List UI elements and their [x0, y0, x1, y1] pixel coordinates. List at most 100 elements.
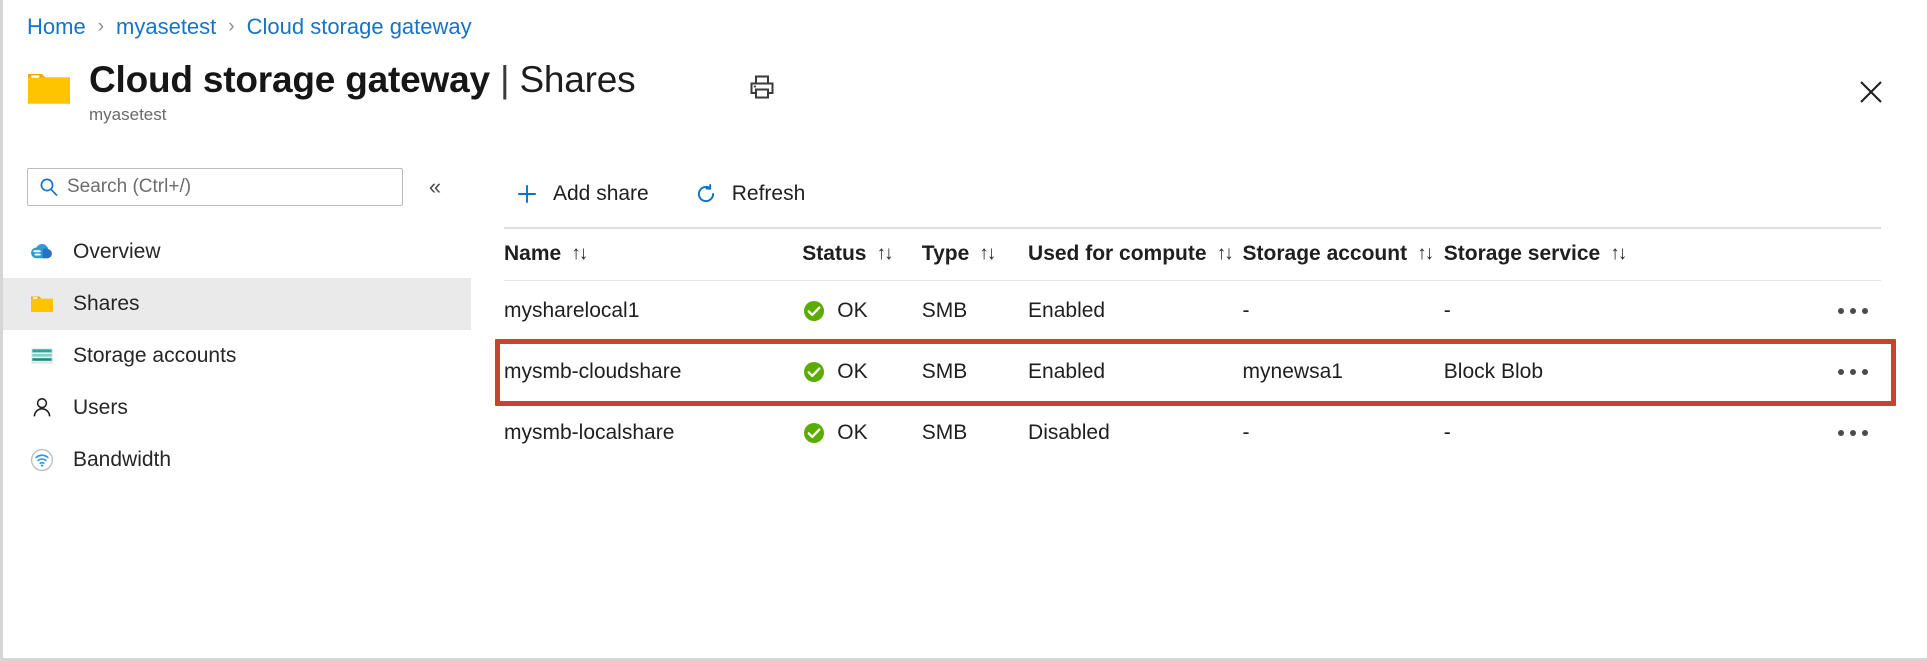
sort-arrows-icon: ↑↓ [1610, 243, 1625, 265]
breadcrumb-item-home[interactable]: Home [27, 14, 86, 40]
page-subtitle: myasetest [89, 105, 636, 125]
blade-header: Cloud storage gateway | Shares myasetest [25, 57, 636, 125]
shares-table-body: mysharelocal1 OK SMB Enabled [504, 281, 1881, 464]
breadcrumb-item-myasetest[interactable]: myasetest [116, 14, 216, 40]
table-row[interactable]: mysharelocal1 OK SMB Enabled [504, 281, 1881, 342]
ellipsis-dot-icon [1850, 369, 1856, 375]
breadcrumb-separator-icon: › [228, 16, 234, 38]
cell-name: mysmb-localshare [504, 403, 802, 464]
add-share-label: Add share [553, 182, 649, 206]
cell-storage-service: - [1444, 281, 1677, 342]
page-title: Cloud storage gateway | Shares [89, 57, 636, 102]
sidebar-item-label: Storage accounts [73, 344, 236, 368]
cell-actions [1677, 403, 1881, 464]
print-button[interactable] [743, 68, 781, 106]
storage-account-icon [27, 341, 57, 371]
close-button[interactable] [1851, 72, 1891, 112]
search-box[interactable] [27, 168, 403, 206]
column-header-storage-service[interactable]: Storage service ↑↓ [1444, 228, 1677, 281]
add-share-button[interactable]: Add share [504, 174, 659, 214]
breadcrumb-separator-icon: › [98, 16, 104, 38]
cell-type: SMB [922, 281, 1028, 342]
column-label: Name [504, 242, 561, 266]
page-title-main: Cloud storage gateway [89, 59, 490, 100]
sort-arrows-icon: ↑↓ [571, 243, 586, 265]
folder-icon [27, 289, 57, 319]
collapse-sidebar-button[interactable]: « [417, 169, 453, 205]
refresh-label: Refresh [732, 182, 806, 206]
breadcrumb-item-cloud-storage-gateway[interactable]: Cloud storage gateway [247, 14, 472, 40]
sort-arrows-icon: ↑↓ [876, 243, 891, 265]
sidebar-item-storage-accounts[interactable]: Storage accounts [3, 330, 471, 382]
table-row[interactable]: mysmb-localshare OK SMB Disabled [504, 403, 1881, 464]
sidebar-item-bandwidth[interactable]: Bandwidth [3, 434, 471, 486]
cell-used-for-compute: Enabled [1028, 281, 1243, 342]
cell-storage-service: Block Blob [1444, 342, 1677, 403]
sidebar-item-users[interactable]: Users [3, 382, 471, 434]
row-context-menu-button[interactable] [1831, 355, 1875, 389]
ellipsis-dot-icon [1862, 369, 1868, 375]
bandwidth-icon [27, 445, 57, 475]
page-title-section: Shares [519, 59, 635, 100]
main-content: Add share Refresh [471, 166, 1927, 658]
status-text: OK [837, 299, 867, 323]
sidebar: « Overview [3, 166, 471, 658]
success-check-icon [802, 299, 826, 323]
sort-arrows-icon: ↑↓ [979, 243, 994, 265]
column-header-type[interactable]: Type ↑↓ [922, 228, 1028, 281]
user-icon [27, 393, 57, 423]
shares-table-container: Name ↑↓ Status ↑↓ Type [504, 227, 1881, 463]
column-header-name[interactable]: Name ↑↓ [504, 228, 802, 281]
column-header-storage-account[interactable]: Storage account ↑↓ [1243, 228, 1444, 281]
cell-name: mysmb-cloudshare [504, 342, 802, 403]
column-header-used-for-compute[interactable]: Used for compute ↑↓ [1028, 228, 1243, 281]
cell-name: mysharelocal1 [504, 281, 802, 342]
sidebar-item-label: Overview [73, 240, 161, 264]
sort-arrows-icon: ↑↓ [1217, 243, 1232, 265]
cell-used-for-compute: Enabled [1028, 342, 1243, 403]
ellipsis-dot-icon [1862, 308, 1868, 314]
command-bar: Add share Refresh [471, 166, 1927, 222]
cell-storage-account: - [1243, 281, 1444, 342]
cell-type: SMB [922, 403, 1028, 464]
success-check-icon [802, 360, 826, 384]
ellipsis-dot-icon [1850, 308, 1856, 314]
plus-icon [514, 181, 540, 207]
ellipsis-dot-icon [1838, 369, 1844, 375]
search-icon [38, 176, 60, 198]
refresh-button[interactable]: Refresh [683, 174, 816, 214]
table-row-highlighted[interactable]: mysmb-cloudshare OK SMB Enabled [504, 342, 1881, 403]
cell-type: SMB [922, 342, 1028, 403]
column-label: Storage service [1444, 242, 1600, 266]
sidebar-item-label: Shares [73, 292, 140, 316]
sidebar-search-row: « [3, 166, 471, 208]
sort-arrows-icon: ↑↓ [1417, 243, 1432, 265]
cell-storage-account: mynewsa1 [1243, 342, 1444, 403]
sidebar-item-label: Users [73, 396, 128, 420]
folder-icon [25, 63, 73, 111]
cell-used-for-compute: Disabled [1028, 403, 1243, 464]
refresh-icon [693, 181, 719, 207]
column-header-status[interactable]: Status ↑↓ [802, 228, 922, 281]
sidebar-nav: Overview Shares [3, 226, 471, 486]
cloud-icon [27, 237, 57, 267]
sidebar-item-overview[interactable]: Overview [3, 226, 471, 278]
ellipsis-dot-icon [1850, 430, 1856, 436]
sidebar-item-shares[interactable]: Shares [3, 278, 471, 330]
row-context-menu-button[interactable] [1831, 294, 1875, 328]
azure-portal-blade: Home › myasetest › Cloud storage gateway… [0, 0, 1927, 661]
sidebar-item-label: Bandwidth [73, 448, 171, 472]
shares-table: Name ↑↓ Status ↑↓ Type [504, 227, 1881, 463]
ellipsis-dot-icon [1838, 308, 1844, 314]
print-icon [747, 72, 777, 102]
breadcrumb: Home › myasetest › Cloud storage gateway [27, 12, 472, 42]
ellipsis-dot-icon [1862, 430, 1868, 436]
cell-status: OK [802, 403, 922, 464]
cell-actions [1677, 281, 1881, 342]
search-input[interactable] [67, 176, 394, 198]
column-label: Type [922, 242, 969, 266]
row-context-menu-button[interactable] [1831, 416, 1875, 450]
column-label: Storage account [1243, 242, 1408, 266]
cell-actions [1677, 342, 1881, 403]
status-text: OK [837, 360, 867, 384]
